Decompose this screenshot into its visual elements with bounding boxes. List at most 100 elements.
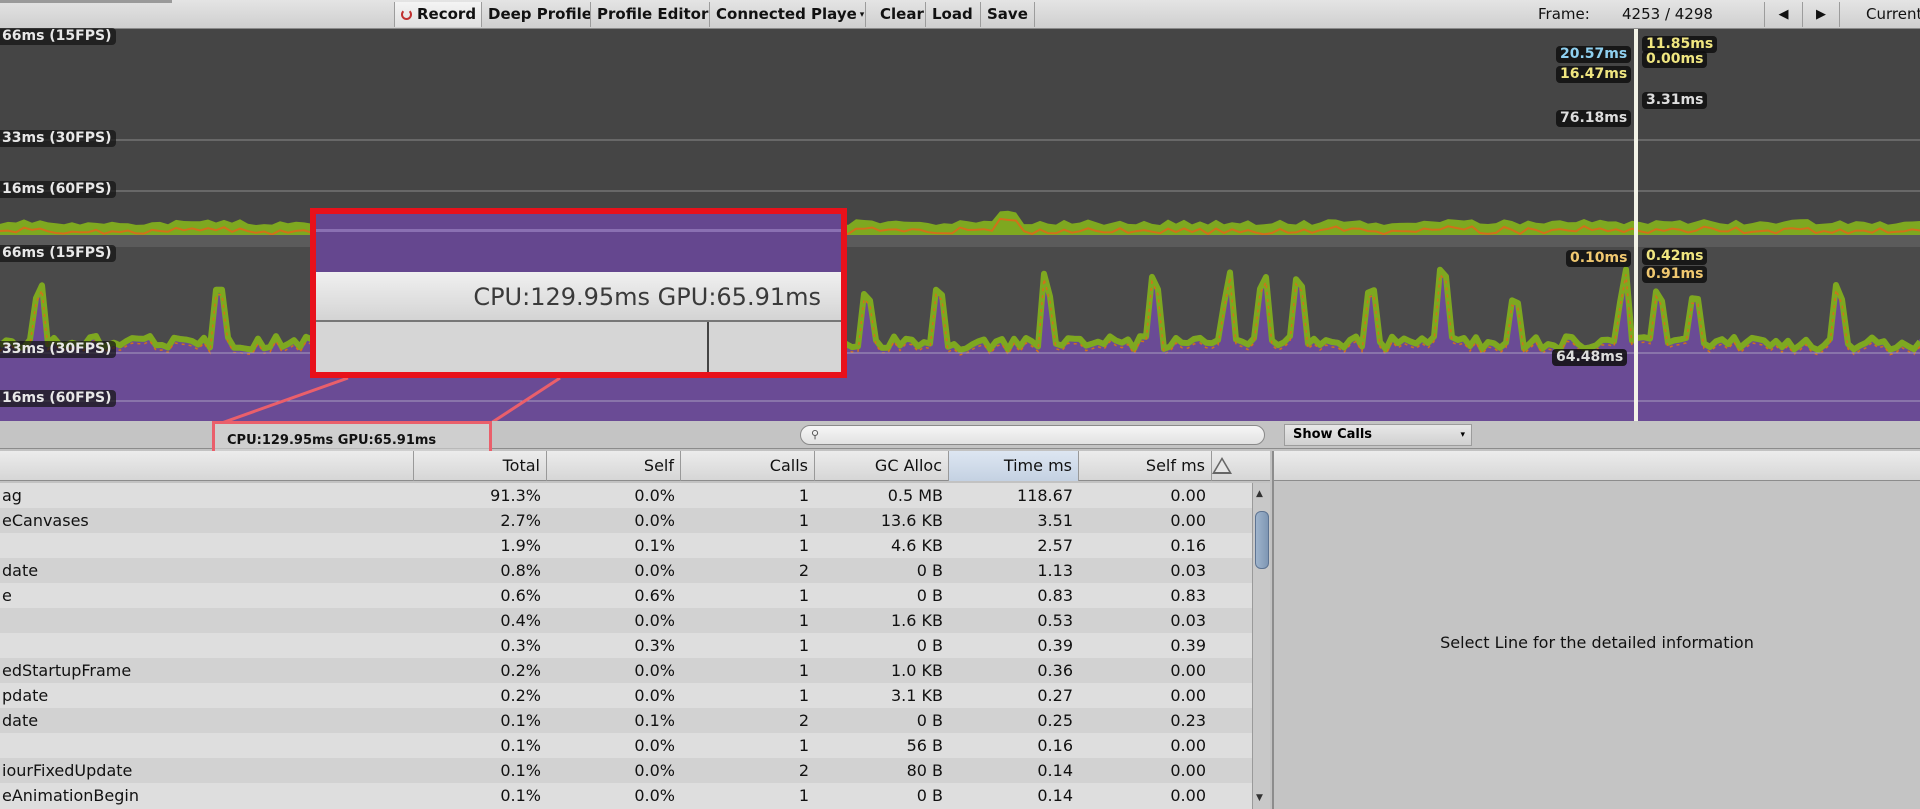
row-total: 0.8% bbox=[500, 561, 541, 580]
search-input[interactable]: ⚲ bbox=[800, 425, 1265, 445]
row-time-ms: 0.25 bbox=[1037, 711, 1073, 730]
table-row[interactable]: eCanvases 2.7% 0.0% 1 13.6 KB 3.51 0.00 bbox=[0, 508, 1252, 533]
column-header-self[interactable]: Self bbox=[547, 451, 681, 481]
next-frame-icon[interactable]: ▶ bbox=[1802, 2, 1840, 27]
current-frame-button[interactable]: Current bbox=[1866, 2, 1920, 27]
cpu-series-base bbox=[0, 235, 1920, 247]
dropdown-arrow-icon: ▾ bbox=[859, 10, 865, 20]
table-row[interactable]: pdate 0.2% 0.0% 1 3.1 KB 0.27 0.00 bbox=[0, 683, 1252, 708]
row-calls: 2 bbox=[798, 561, 809, 580]
row-gc-alloc: 0 B bbox=[916, 786, 943, 805]
row-total: 0.1% bbox=[500, 786, 541, 805]
row-time-ms: 3.51 bbox=[1037, 511, 1073, 530]
row-self: 0.6% bbox=[634, 586, 675, 605]
row-self-ms: 0.00 bbox=[1170, 786, 1206, 805]
zoom-callout: CPU:129.95ms GPU:65.91ms bbox=[310, 208, 847, 378]
row-gc-alloc: 0 B bbox=[916, 636, 943, 655]
record-label: Record bbox=[417, 5, 477, 23]
save-button[interactable]: Save bbox=[981, 2, 1035, 27]
row-self-ms: 0.23 bbox=[1170, 711, 1206, 730]
column-header-overview[interactable] bbox=[0, 451, 414, 481]
row-self: 0.0% bbox=[634, 686, 675, 705]
row-name: eCanvases bbox=[2, 511, 89, 530]
row-total: 0.1% bbox=[500, 736, 541, 755]
row-time-ms: 0.39 bbox=[1037, 636, 1073, 655]
clear-button[interactable]: Clear bbox=[874, 2, 926, 27]
row-time-ms: 2.57 bbox=[1037, 536, 1073, 555]
column-header-calls[interactable]: Calls bbox=[681, 451, 815, 481]
table-row[interactable]: 0.4% 0.0% 1 1.6 KB 0.53 0.03 bbox=[0, 608, 1252, 633]
row-calls: 1 bbox=[798, 611, 809, 630]
column-headers: Total Self Calls GC Alloc Time ms Self m… bbox=[0, 451, 1270, 481]
column-header-gc-alloc[interactable]: GC Alloc bbox=[815, 451, 949, 481]
row-name: pdate bbox=[2, 686, 49, 705]
table-row[interactable]: 1.9% 0.1% 1 4.6 KB 2.57 0.16 bbox=[0, 533, 1252, 558]
row-self-ms: 0.16 bbox=[1170, 536, 1206, 555]
row-calls: 1 bbox=[798, 511, 809, 530]
table-row[interactable]: edStartupFrame 0.2% 0.0% 1 1.0 KB 0.36 0.00 bbox=[0, 658, 1252, 683]
row-name: eAnimationBegin bbox=[2, 786, 139, 805]
connected-player-label: Connected Playe bbox=[716, 5, 857, 23]
frame-label: Frame: bbox=[1538, 5, 1590, 23]
row-calls: 1 bbox=[798, 661, 809, 680]
connected-player-dropdown[interactable]: Connected Playe ▾ bbox=[710, 2, 866, 27]
table-row[interactable]: eAnimationBegin 0.1% 0.0% 1 0 B 0.14 0.00 bbox=[0, 783, 1252, 808]
scroll-down-icon[interactable]: ▼ bbox=[1256, 793, 1263, 803]
cpu-axis-label-15fps: 66ms (15FPS) bbox=[0, 28, 117, 45]
scrollbar-thumb[interactable] bbox=[1255, 511, 1269, 569]
profile-editor-button[interactable]: Profile Editor bbox=[591, 2, 710, 27]
detail-header bbox=[1274, 451, 1920, 481]
table-row[interactable]: 0.3% 0.3% 1 0 B 0.39 0.39 bbox=[0, 633, 1252, 658]
warning-icon[interactable] bbox=[1212, 457, 1232, 474]
show-calls-dropdown[interactable]: Show Calls ▾ bbox=[1284, 424, 1472, 446]
gpu-axis-label-60fps: 16ms (60FPS) bbox=[0, 390, 117, 407]
row-gc-alloc: 80 B bbox=[906, 761, 943, 780]
row-time-ms: 0.14 bbox=[1037, 786, 1073, 805]
row-self: 0.0% bbox=[634, 486, 675, 505]
cpu-value-label: 20.57ms bbox=[1556, 46, 1632, 63]
row-self-ms: 0.03 bbox=[1170, 561, 1206, 580]
row-name: iourFixedUpdate bbox=[2, 761, 133, 780]
gpu-value-label: 64.48ms bbox=[1552, 349, 1628, 366]
prev-frame-icon[interactable]: ◀ bbox=[1764, 2, 1802, 27]
table-row[interactable]: iourFixedUpdate 0.1% 0.0% 2 80 B 0.14 0.00 bbox=[0, 758, 1252, 783]
row-name: date bbox=[2, 711, 39, 730]
row-self-ms: 0.00 bbox=[1170, 736, 1206, 755]
scroll-up-icon[interactable]: ▲ bbox=[1256, 489, 1263, 499]
row-self: 0.0% bbox=[634, 786, 675, 805]
gpu-value-label: 0.42ms bbox=[1642, 248, 1708, 265]
table-row[interactable]: ag 91.3% 0.0% 1 0.5 MB 118.67 0.00 bbox=[0, 483, 1252, 508]
cpu-value-label: 76.18ms bbox=[1556, 110, 1632, 127]
table-row[interactable]: date 0.1% 0.1% 2 0 B 0.25 0.23 bbox=[0, 708, 1252, 733]
row-self-ms: 0.83 bbox=[1170, 586, 1206, 605]
column-header-self-ms[interactable]: Self ms bbox=[1079, 451, 1212, 481]
record-button[interactable]: Record bbox=[394, 2, 482, 27]
profiler-window: Record Deep Profile Profile Editor Conne… bbox=[0, 0, 1920, 809]
row-self: 0.0% bbox=[634, 561, 675, 580]
row-name: e bbox=[2, 586, 12, 605]
row-total: 1.9% bbox=[500, 536, 541, 555]
cpu-value-label: 16.47ms bbox=[1556, 66, 1632, 83]
column-header-time-ms[interactable]: Time ms bbox=[949, 451, 1079, 481]
table-scrollbar[interactable]: ▲ ▼ bbox=[1252, 483, 1270, 809]
toolbar-strip bbox=[0, 0, 172, 3]
gpu-value-label: 0.10ms bbox=[1566, 250, 1632, 267]
profiler-charts[interactable]: 66ms (15FPS) 33ms (30FPS) 16ms (60FPS) 6… bbox=[0, 28, 1920, 421]
table-row[interactable]: 0.1% 0.0% 1 56 B 0.16 0.00 bbox=[0, 733, 1252, 758]
table-row[interactable]: date 0.8% 0.0% 2 0 B 1.13 0.03 bbox=[0, 558, 1252, 583]
row-total: 0.1% bbox=[500, 761, 541, 780]
row-total: 0.2% bbox=[500, 686, 541, 705]
chart-canvas bbox=[0, 29, 1920, 421]
deep-profile-button[interactable]: Deep Profile bbox=[482, 2, 591, 27]
row-total: 0.3% bbox=[500, 636, 541, 655]
row-total: 2.7% bbox=[500, 511, 541, 530]
current-frame-marker[interactable] bbox=[1634, 29, 1638, 421]
show-calls-label: Show Calls bbox=[1293, 427, 1373, 442]
load-button[interactable]: Load bbox=[926, 2, 981, 27]
column-header-total[interactable]: Total bbox=[414, 451, 547, 481]
row-time-ms: 0.53 bbox=[1037, 611, 1073, 630]
callout-chart-strip bbox=[316, 214, 841, 272]
row-total: 0.4% bbox=[500, 611, 541, 630]
table-row[interactable]: e 0.6% 0.6% 1 0 B 0.83 0.83 bbox=[0, 583, 1252, 608]
row-self: 0.0% bbox=[634, 511, 675, 530]
